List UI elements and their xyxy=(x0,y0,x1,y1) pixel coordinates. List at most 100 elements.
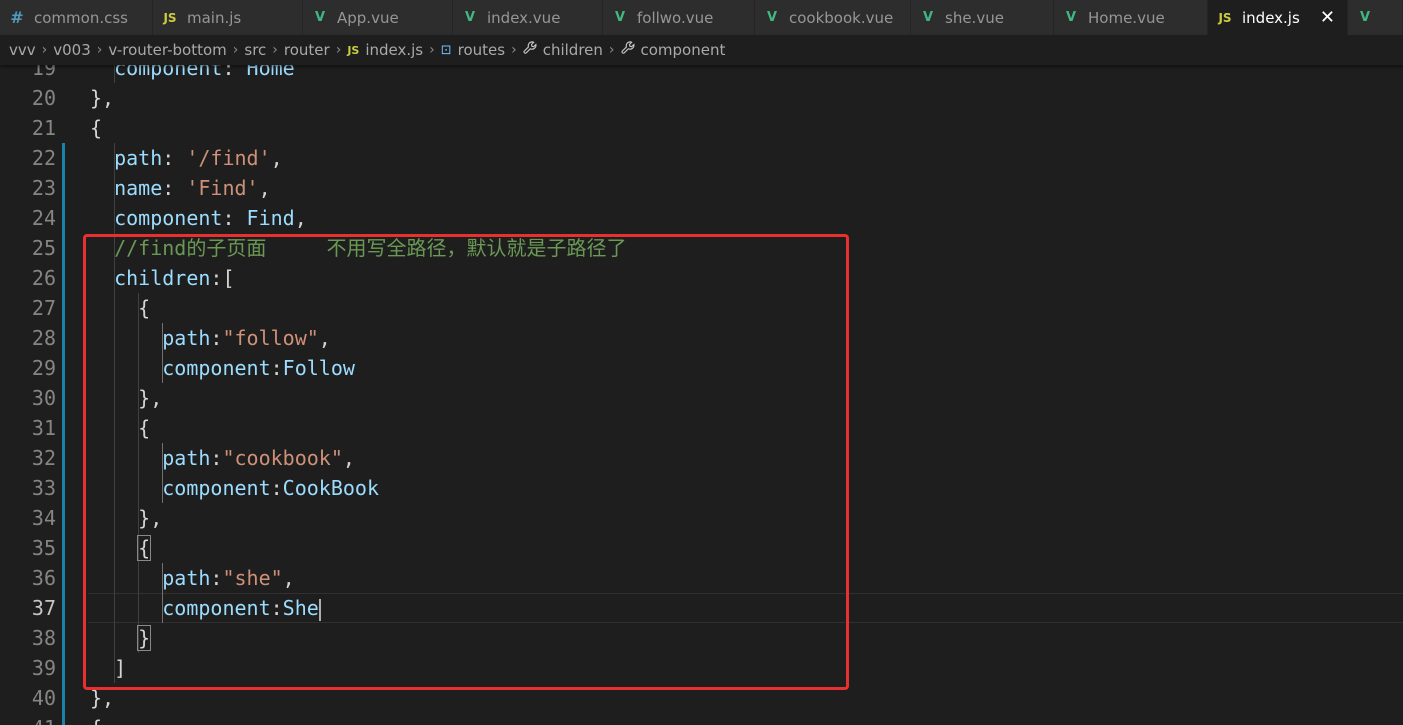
code-line[interactable]: 30}, xyxy=(0,383,1403,413)
code-line[interactable]: 20}, xyxy=(0,83,1403,113)
code-lines: 19 component: Home 20}, 21{22 path: '/find',… xyxy=(0,65,1403,725)
code-line[interactable]: 22 path: '/find', xyxy=(0,143,1403,173)
code-line[interactable]: 21 { xyxy=(0,113,1403,143)
chevron-right-icon: › xyxy=(429,42,435,58)
gutter-modified-marker xyxy=(62,593,65,623)
code-line[interactable]: 35 { xyxy=(0,533,1403,563)
indent-guide xyxy=(138,443,140,473)
tab-label: index.js xyxy=(1242,8,1300,27)
code-line[interactable]: 31 { xyxy=(0,413,1403,443)
code-text: path:"cookbook", xyxy=(162,443,355,473)
tab-overflow[interactable]: V xyxy=(1348,0,1403,35)
line-number: 22 xyxy=(31,146,56,170)
code-text: { xyxy=(138,413,150,443)
tab-label: Home.vue xyxy=(1088,8,1165,27)
code-token: { xyxy=(90,116,103,140)
chevron-right-icon: › xyxy=(232,42,239,58)
code-editor[interactable]: 19 component: Home 20}, 21{22 path: '/find',… xyxy=(0,65,1403,725)
gutter-modified-marker xyxy=(62,143,65,173)
breadcrumb-label: v-router-bottom xyxy=(108,41,227,59)
code-token: "follow" xyxy=(222,326,319,350)
gutter-modified-marker xyxy=(62,413,65,443)
js-file-icon: JS xyxy=(163,10,177,25)
breadcrumb-item[interactable]: ⊡ routes xyxy=(441,41,505,59)
tab-label: cookbook.vue xyxy=(789,8,894,27)
code-line[interactable]: 40}, xyxy=(0,683,1403,713)
code-text: component: Home xyxy=(114,65,295,83)
breadcrumb-item[interactable]: component xyxy=(620,41,726,59)
breadcrumb-item[interactable]: children xyxy=(523,41,603,59)
code-token: path xyxy=(114,146,163,170)
indent-guide xyxy=(114,353,116,383)
code-line[interactable]: 32 path:"cookbook", xyxy=(0,443,1403,473)
code-token: : xyxy=(270,476,283,500)
line-number: 20 xyxy=(31,86,56,110)
tab-she-vue[interactable]: Vshe.vue xyxy=(911,0,1054,35)
gutter-modified-marker xyxy=(62,353,65,383)
indent-guide xyxy=(114,323,116,353)
vue-file-icon: V xyxy=(314,10,326,25)
line-number: 29 xyxy=(31,356,56,380)
code-line[interactable]: 39] xyxy=(0,653,1403,683)
tab-index-js[interactable]: JS index.js ✕ xyxy=(1208,0,1348,35)
breadcrumb-item[interactable]: src xyxy=(244,41,266,59)
code-token: }, xyxy=(138,506,163,530)
code-line[interactable]: 25 //find的子页面 不用写全路径，默认就是子路径了 xyxy=(0,233,1403,263)
line-number: 30 xyxy=(31,386,56,410)
code-token: }, xyxy=(138,386,163,410)
line-number: 25 xyxy=(31,236,56,260)
code-token: , xyxy=(282,566,295,590)
gutter-modified-marker xyxy=(62,533,65,563)
breadcrumb-item[interactable]: vvv xyxy=(9,41,36,59)
tab-index-vue[interactable]: Vindex.vue xyxy=(453,0,603,35)
breadcrumb-item[interactable]: v003 xyxy=(53,41,91,59)
code-line[interactable]: 28 path:"follow", xyxy=(0,323,1403,353)
indent-guide xyxy=(114,533,116,563)
code-line[interactable]: 41 { xyxy=(0,713,1403,725)
code-line[interactable]: 37 component:She xyxy=(0,593,1403,623)
breadcrumb-label: component xyxy=(640,41,726,59)
code-token: component xyxy=(162,476,271,500)
code-token: : xyxy=(162,176,187,200)
breadcrumb: vvv › v003 › v-router-bottom › src › router › JS in… xyxy=(0,35,1403,65)
code-line[interactable]: 38} xyxy=(0,623,1403,653)
tab-app-vue[interactable]: V App.vue xyxy=(303,0,453,35)
code-line[interactable]: 24 component: Find, xyxy=(0,203,1403,233)
code-line[interactable]: 33 component:CookBook xyxy=(0,473,1403,503)
chevron-right-icon: › xyxy=(511,42,517,58)
tab-common-css[interactable]: # common.css xyxy=(0,0,153,35)
vue-file-icon: V xyxy=(766,10,778,25)
line-number: 36 xyxy=(31,566,56,590)
breadcrumb-label: vvv xyxy=(9,41,36,59)
code-line[interactable]: 27 { xyxy=(0,293,1403,323)
tab-main-js[interactable]: JS main.js xyxy=(153,0,303,35)
code-line[interactable]: 29 component:Follow xyxy=(0,353,1403,383)
code-token: Home xyxy=(246,65,295,80)
indent-guide xyxy=(114,383,116,413)
code-text: path: '/find', xyxy=(114,143,283,173)
code-token: : xyxy=(210,566,223,590)
code-text: path:"follow", xyxy=(162,323,331,353)
close-icon[interactable]: ✕ xyxy=(1320,7,1335,28)
breadcrumb-item[interactable]: JS index.js xyxy=(347,41,423,59)
code-text: component:Follow xyxy=(162,353,355,383)
indent-guide xyxy=(114,293,116,323)
breadcrumb-item[interactable]: router xyxy=(284,41,330,59)
line-number: 34 xyxy=(31,506,56,530)
indent-guide xyxy=(114,473,116,503)
vue-file-icon: V xyxy=(464,10,476,25)
code-line[interactable]: 26 children:[ xyxy=(0,263,1403,293)
tab-label: main.js xyxy=(187,8,242,27)
breadcrumb-item[interactable]: v-router-bottom xyxy=(108,41,226,59)
code-line[interactable]: 36 path:"she", xyxy=(0,563,1403,593)
tab-label: common.css xyxy=(34,8,128,27)
tab-home-vue[interactable]: V Home.vue xyxy=(1054,0,1208,35)
symbol-variable-icon: ⊡ xyxy=(440,42,452,58)
code-line[interactable]: 23 name: 'Find', xyxy=(0,173,1403,203)
tab-cookbook-vue[interactable]: Vcookbook.vue xyxy=(755,0,911,35)
code-line[interactable]: 34}, xyxy=(0,503,1403,533)
gutter-modified-marker xyxy=(62,443,65,473)
tab-follwo-vue[interactable]: Vfollwo.vue xyxy=(603,0,755,35)
code-token: Find xyxy=(246,206,295,230)
code-line[interactable]: 19 component: Home xyxy=(0,65,1403,83)
